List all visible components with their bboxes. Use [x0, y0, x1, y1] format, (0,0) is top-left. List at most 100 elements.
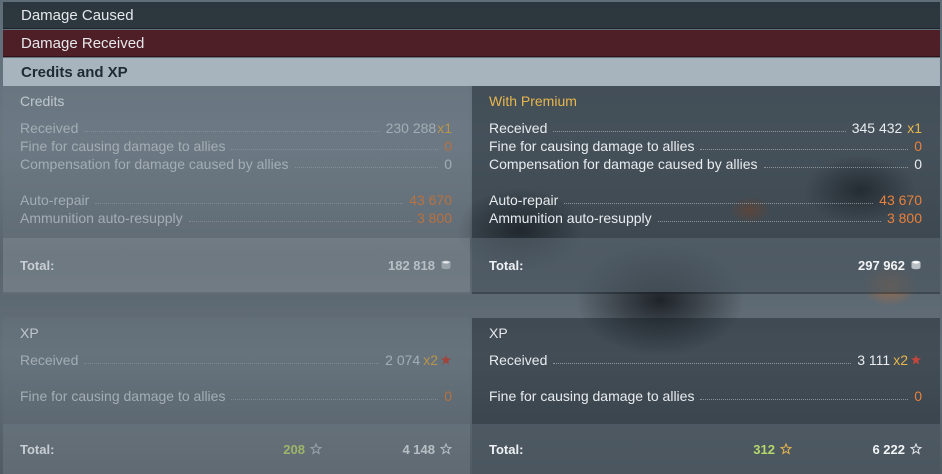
premium-credits-title: With Premium — [489, 93, 577, 109]
premium-fine-label: Fine for causing damage to allies — [489, 138, 695, 154]
premium-fine-row: Fine for causing damage to allies 0 — [489, 136, 922, 154]
dotted-leader — [95, 202, 404, 204]
premium-xp-total-xp-value: 312 — [753, 441, 775, 457]
xp-received-row: Received 2 074 x2 — [20, 350, 452, 368]
xp-star-icon — [310, 443, 322, 455]
premium-fine-value: 0 — [914, 138, 922, 154]
premium-total-bar: Total: 297 962 — [472, 238, 940, 292]
premium-xp-total-free: 6 222 — [792, 442, 922, 457]
dotted-leader — [763, 166, 909, 168]
premium-received-label: Received — [489, 120, 548, 136]
dotted-leader — [553, 130, 846, 132]
premium-xp-received-label: Received — [489, 352, 548, 368]
free-xp-star-icon — [910, 443, 922, 455]
dotted-leader — [700, 398, 909, 400]
bonus-flag-icon — [910, 354, 922, 366]
tab-credits-and-xp[interactable]: Credits and XP — [3, 58, 940, 86]
premium-total-label: Total: — [489, 257, 524, 273]
premium-xp-total-xp: 312 — [622, 442, 792, 457]
xp-total-values: 208 4 148 — [152, 442, 452, 457]
credits-total: 182 818 — [388, 258, 452, 273]
credits-title: Credits — [20, 93, 65, 109]
premium-xp-total-bar: Total: 312 6 222 — [472, 424, 940, 474]
xp-received-value: 2 074 x2 — [385, 352, 452, 368]
dotted-leader — [657, 220, 881, 222]
tab-credits-and-xp-label: Credits and XP — [21, 63, 128, 81]
credits-fine-row: Fine for causing damage to allies 0 — [20, 136, 452, 154]
premium-xp-title: XP — [489, 325, 508, 341]
xp-multiplier: x2 — [423, 352, 438, 368]
premium-xp-received-row: Received 3 111 x2 — [489, 350, 922, 368]
xp-fine-value: 0 — [444, 388, 452, 404]
premium-total: 297 962 — [858, 258, 922, 273]
premium-credits-panel: With Premium Received 345 432 x1 Fine fo… — [472, 86, 940, 294]
dotted-leader — [84, 130, 380, 132]
credits-icon — [910, 259, 922, 271]
dotted-leader — [564, 202, 874, 204]
tab-damage-caused[interactable]: Damage Caused — [3, 2, 940, 29]
premium-received-value: 345 432 x1 — [852, 120, 922, 136]
xp-total-free: 4 148 — [322, 442, 452, 457]
xp-total-xp-value: 208 — [283, 441, 305, 457]
tab-damage-caused-label: Damage Caused — [21, 6, 134, 24]
credits-repair-row: Auto-repair 43 670 — [20, 190, 452, 208]
credits-total-bar: Total: 182 818 — [3, 238, 470, 292]
credits-fine-value: 0 — [444, 138, 452, 154]
premium-compensation-value: 0 — [914, 156, 922, 172]
credits-received-value: 230 288x1 — [386, 120, 452, 136]
free-xp-star-icon — [440, 443, 452, 455]
dotted-leader — [553, 362, 852, 364]
credits-panel: Credits Received 230 288x1 Fine for caus… — [3, 86, 470, 294]
credits-ammo-label: Ammunition auto-resupply — [20, 210, 183, 226]
premium-xp-fine-row: Fine for causing damage to allies 0 — [489, 386, 922, 404]
premium-xp-panel: XP Received 3 111 x2 Fine for causing da… — [472, 318, 940, 474]
xp-fine-row: Fine for causing damage to allies 0 — [20, 386, 452, 404]
credits-repair-value: 43 670 — [409, 192, 452, 208]
premium-ammo-row: Ammunition auto-resupply 3 800 — [489, 208, 922, 226]
bonus-flag-icon — [440, 354, 452, 366]
premium-total-value: 297 962 — [858, 257, 905, 273]
dotted-leader — [84, 362, 380, 364]
premium-received-amount: 345 432 — [851, 120, 903, 136]
dotted-leader — [231, 148, 439, 150]
credits-ammo-row: Ammunition auto-resupply 3 800 — [20, 208, 452, 226]
credits-received-label: Received — [20, 120, 79, 136]
xp-panel: XP Received 2 074 x2 Fine for causing da… — [3, 318, 470, 474]
xp-total-free-value: 4 148 — [402, 441, 435, 457]
premium-xp-multiplier: x2 — [893, 352, 908, 368]
premium-xp-fine-label: Fine for causing damage to allies — [489, 388, 695, 404]
credits-total-label: Total: — [20, 257, 55, 273]
premium-xp-received-amount: 3 111 — [857, 352, 891, 368]
xp-total-xp: 208 — [152, 442, 322, 457]
credits-ammo-value: 3 800 — [416, 210, 452, 226]
premium-repair-value: 43 670 — [879, 192, 922, 208]
premium-xp-received-value: 3 111 x2 — [857, 352, 922, 368]
xp-received-amount: 2 074 — [385, 352, 421, 368]
dotted-leader — [700, 148, 909, 150]
credits-received-amount: 230 288 — [385, 120, 437, 136]
credits-total-value: 182 818 — [388, 257, 435, 273]
tab-damage-received-label: Damage Received — [21, 34, 145, 52]
premium-xp-total-values: 312 6 222 — [622, 442, 922, 457]
xp-total-bar: Total: 208 4 148 — [3, 424, 470, 474]
credits-multiplier: x1 — [437, 120, 452, 136]
credits-compensation-label: Compensation for damage caused by allies — [20, 156, 289, 172]
credits-icon — [440, 259, 452, 271]
premium-xp-fine-value: 0 — [914, 388, 922, 404]
xp-star-icon — [780, 443, 792, 455]
credits-fine-label: Fine for causing damage to allies — [20, 138, 226, 154]
xp-total-label: Total: — [20, 441, 55, 457]
credits-compensation-row: Compensation for damage caused by allies… — [20, 154, 452, 172]
premium-ammo-value: 3 800 — [886, 210, 922, 226]
tab-damage-received[interactable]: Damage Received — [3, 30, 940, 57]
premium-compensation-row: Compensation for damage caused by allies… — [489, 154, 922, 172]
credits-repair-label: Auto-repair — [20, 192, 90, 208]
xp-received-label: Received — [20, 352, 79, 368]
dotted-leader — [294, 166, 439, 168]
premium-xp-total-label: Total: — [489, 441, 524, 457]
xp-title: XP — [20, 325, 39, 341]
premium-received-row: Received 345 432 x1 — [489, 118, 922, 136]
premium-repair-row: Auto-repair 43 670 — [489, 190, 922, 208]
dotted-leader — [188, 220, 411, 222]
premium-multiplier: x1 — [907, 120, 922, 136]
